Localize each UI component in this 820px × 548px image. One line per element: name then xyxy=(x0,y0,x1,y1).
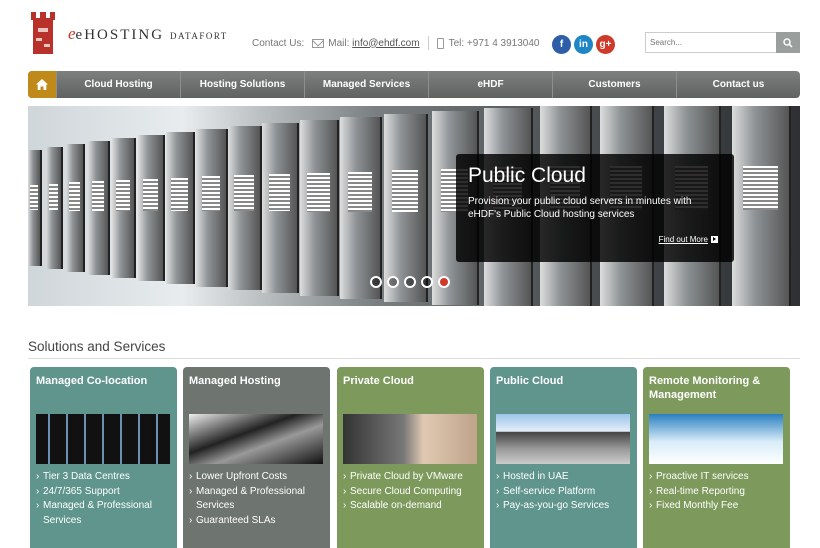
server-rack xyxy=(340,117,382,299)
server-rack xyxy=(384,114,428,302)
castle-logo-icon xyxy=(31,12,55,54)
slider-dot[interactable] xyxy=(421,276,433,288)
card-image xyxy=(189,414,323,464)
arrow-right-icon xyxy=(711,236,718,243)
card-image xyxy=(36,414,170,464)
nav-item-hosting-solutions[interactable]: Hosting Solutions xyxy=(180,71,304,98)
tel-label: Tel: +971 4 3913040 xyxy=(448,37,540,49)
nav-item-customers[interactable]: Customers xyxy=(552,71,676,98)
card-list-item: Self-service Platform xyxy=(496,485,631,500)
mail-icon xyxy=(312,38,325,48)
find-out-more-label: Find out More xyxy=(658,235,708,244)
server-rack xyxy=(166,132,195,284)
linkedin-icon[interactable]: in xyxy=(574,35,593,54)
social-links: f in g+ xyxy=(552,35,615,54)
slider-dot[interactable] xyxy=(438,276,450,288)
card-list-item: Managed & Professional Services xyxy=(189,485,324,514)
card-title: Managed Hosting xyxy=(189,375,281,387)
search-button[interactable] xyxy=(776,32,800,53)
slider-dot[interactable] xyxy=(370,276,382,288)
hero-text: Provision your public cloud servers in m… xyxy=(468,196,692,220)
contact-info: Contact Us: Mail: info@ehdf.com Tel: +97… xyxy=(252,36,540,50)
server-rack xyxy=(196,129,228,287)
card-list-item: Pay-as-you-go Services xyxy=(496,499,631,514)
logo-sub-text: DATAFORT xyxy=(170,31,228,41)
card-list: Hosted in UAE Self-service Platform Pay-… xyxy=(496,470,631,514)
card-image xyxy=(649,414,783,464)
server-rack xyxy=(732,106,791,306)
site-logo[interactable]: eeHOSTING DATAFORT xyxy=(30,10,230,58)
card-list-item: 24/7/365 Support xyxy=(36,485,171,500)
card-list: Private Cloud by VMware Secure Cloud Com… xyxy=(343,470,478,514)
hero-slider: Public Cloud Provision your public cloud… xyxy=(28,106,800,306)
card-list: Tier 3 Data Centres 24/7/365 Support Man… xyxy=(36,470,171,528)
card-remote-monitoring[interactable]: Remote Monitoring & Management Proactive… xyxy=(643,367,790,548)
card-list-item: Managed & Professional Services xyxy=(36,499,171,528)
card-managed-colocation[interactable]: Managed Co-location Tier 3 Data Centres … xyxy=(30,367,177,548)
contact-label: Contact Us: xyxy=(252,37,305,49)
card-list-item: Real-time Reporting xyxy=(649,485,784,500)
find-out-more-link[interactable]: Find out More xyxy=(659,235,718,244)
card-list-item: Tier 3 Data Centres xyxy=(36,470,171,485)
home-icon xyxy=(36,79,48,90)
server-rack xyxy=(66,144,85,272)
card-list-item: Fixed Monthly Fee xyxy=(649,499,784,514)
mail-link[interactable]: info@ehdf.com xyxy=(352,38,419,49)
facebook-icon[interactable]: f xyxy=(552,35,571,54)
home-button[interactable] xyxy=(28,71,56,98)
section-title: Solutions and Services xyxy=(28,339,166,354)
hero-caption: Public Cloud Provision your public cloud… xyxy=(456,154,734,262)
google-plus-icon[interactable]: g+ xyxy=(596,35,615,54)
card-list: Lower Upfront Costs Managed & Profession… xyxy=(189,470,324,528)
card-list: Proactive IT services Real-time Reportin… xyxy=(649,470,784,514)
search-input[interactable] xyxy=(645,32,777,53)
server-rack xyxy=(300,120,339,296)
phone-icon xyxy=(436,37,444,49)
nav-item-ehdf[interactable]: eHDF xyxy=(428,71,552,98)
card-list-item: Lower Upfront Costs xyxy=(189,470,324,485)
card-title: Remote Monitoring & Management xyxy=(649,375,761,401)
card-image xyxy=(343,414,477,464)
server-rack xyxy=(28,150,42,266)
slider-dots xyxy=(370,276,450,288)
card-list-item: Proactive IT services xyxy=(649,470,784,485)
server-rack xyxy=(262,123,299,293)
card-title: Managed Co-location xyxy=(36,375,148,387)
slider-dot[interactable] xyxy=(387,276,399,288)
search-box xyxy=(645,32,800,53)
site-header: eeHOSTING DATAFORT Contact Us: Mail: info… xyxy=(0,0,820,70)
slider-dot[interactable] xyxy=(404,276,416,288)
server-rack xyxy=(138,135,165,281)
card-list-item: Guaranteed SLAs xyxy=(189,514,324,529)
card-image xyxy=(496,414,630,464)
logo-wordmark: eeHOSTING DATAFORT xyxy=(68,24,228,43)
server-rack xyxy=(228,126,262,290)
search-icon xyxy=(783,37,793,48)
card-list-item: Secure Cloud Computing xyxy=(343,485,478,500)
card-managed-hosting[interactable]: Managed Hosting Lower Upfront Costs Mana… xyxy=(183,367,330,548)
logo-brand-text: eHOSTING xyxy=(75,27,165,43)
server-rack xyxy=(88,141,110,275)
server-rack xyxy=(112,138,136,278)
divider xyxy=(427,36,429,50)
hero-title: Public Cloud xyxy=(468,164,586,187)
server-rack xyxy=(46,147,63,269)
card-list-item: Private Cloud by VMware xyxy=(343,470,478,485)
card-private-cloud[interactable]: Private Cloud Private Cloud by VMware Se… xyxy=(337,367,484,548)
nav-item-cloud-hosting[interactable]: Cloud Hosting xyxy=(56,71,180,98)
card-title: Private Cloud xyxy=(343,375,414,387)
card-list-item: Scalable on-demand xyxy=(343,499,478,514)
mail-label: Mail: xyxy=(328,37,350,49)
nav-item-managed-services[interactable]: Managed Services xyxy=(304,71,428,98)
nav-item-contact-us[interactable]: Contact us xyxy=(676,71,800,98)
card-list-item: Hosted in UAE xyxy=(496,470,631,485)
card-title: Public Cloud xyxy=(496,375,564,387)
main-nav: Cloud Hosting Hosting Solutions Managed … xyxy=(28,71,800,98)
card-public-cloud[interactable]: Public Cloud Hosted in UAE Self-service … xyxy=(490,367,637,548)
divider xyxy=(28,358,800,359)
